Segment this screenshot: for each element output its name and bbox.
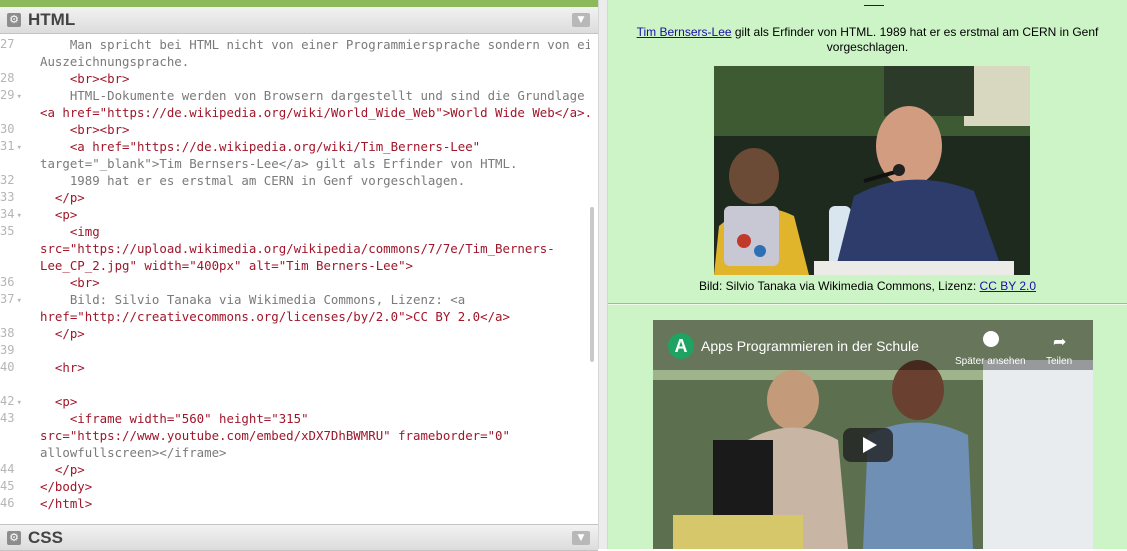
line-number: 44 (0, 462, 15, 476)
channel-logo[interactable]: A (668, 333, 694, 359)
share-icon[interactable]: ➦ (1053, 332, 1066, 351)
code-line: <br><br> (40, 71, 130, 86)
clock-icon[interactable] (983, 331, 999, 347)
share-label[interactable]: Teilen (1046, 356, 1072, 367)
watch-later-label[interactable]: Später ansehen (955, 356, 1026, 367)
code-line: </p> (40, 326, 85, 341)
play-button[interactable] (843, 428, 893, 462)
horizontal-rule (608, 303, 1127, 305)
pane-resize-handle[interactable] (598, 0, 608, 549)
code-line: href="http://creativecommons.org/license… (40, 309, 510, 324)
editor-top-border (0, 0, 598, 7)
code-editor: ⚙ HTML ▼ 27 28 29 ▾ 30 31 ▾ 32 33 34 ▾ 35 3… (0, 0, 598, 551)
code-line: <iframe width="560" height="315" (40, 411, 309, 426)
clipped-link[interactable] (864, 0, 884, 6)
license-link[interactable]: CC BY 2.0 (980, 279, 1036, 293)
code-line: </p> (40, 190, 85, 205)
code-line: <br> (40, 275, 100, 290)
code-line: src="https://www.youtube.com/embed/xDX7D… (40, 428, 510, 443)
code-line: Auszeichnungsprache. (40, 54, 190, 69)
code-line: <p> (40, 207, 78, 222)
code-line: </body> (40, 479, 93, 494)
code-line: <a href="https://de.wikipedia.org/wiki/W… (40, 105, 590, 120)
line-number: 35 (0, 224, 15, 238)
line-number: 33 (0, 190, 15, 204)
gear-icon[interactable]: ⚙ (7, 531, 21, 545)
youtube-embed[interactable]: A Apps Programmieren in der Schule Späte… (653, 320, 1093, 549)
line-number: 40 (0, 360, 15, 374)
code-line: <br><br> (40, 122, 130, 137)
code-line: Man spricht bei HTML nicht von einer Pro… (40, 37, 590, 52)
line-number: 38 (0, 326, 15, 340)
image-caption: Bild: Silvio Tanaka via Wikimedia Common… (608, 279, 1127, 293)
code-line: <p> (40, 394, 78, 409)
line-number: 34 ▾ (0, 207, 22, 221)
line-number: 28 (0, 71, 15, 85)
code-line: 1989 hat er es erstmal am CERN in Genf v… (40, 173, 466, 188)
html-code-area[interactable]: 27 28 29 ▾ 30 31 ▾ 32 33 34 ▾ 35 36 37 ▾ 38 … (0, 34, 590, 524)
play-icon (863, 437, 877, 453)
line-number: 36 (0, 275, 15, 289)
line-number: 31 ▾ (0, 139, 22, 153)
code-line: Lee_CP_2.jpg" width="400px" alt="Tim Ber… (40, 258, 413, 273)
code-line: Bild: Silvio Tanaka via Wikimedia Common… (40, 292, 466, 307)
line-number: 46 (0, 496, 15, 510)
css-panel-title: CSS (28, 528, 63, 547)
line-number: 32 (0, 173, 15, 187)
line-number: 29 ▾ (0, 88, 22, 102)
caption-text: Bild: Silvio Tanaka via Wikimedia Common… (698, 279, 980, 293)
line-number: 42 ▾ (0, 394, 22, 408)
paragraph-text: gilt als Erfinder von HTML. 1989 hat er … (731, 25, 1099, 54)
chevron-down-icon[interactable]: ▼ (572, 531, 590, 545)
line-number: 43 (0, 411, 15, 425)
fold-arrow-icon: ▾ (16, 92, 22, 102)
tim-berners-lee-photo (714, 66, 1030, 275)
fold-arrow-icon: ▾ (16, 143, 22, 153)
html-panel-title: HTML (28, 10, 76, 29)
code-line: <img (40, 224, 100, 239)
code-line: HTML-Dokumente werden von Browsern darge… (40, 88, 590, 103)
code-line: allowfullscreen></iframe> (40, 445, 227, 460)
line-number: 37 ▾ (0, 292, 22, 306)
line-number: 39 (0, 343, 15, 357)
code-line: </p> (40, 462, 85, 477)
fold-arrow-icon: ▾ (16, 296, 22, 306)
fold-arrow-icon: ▾ (16, 211, 22, 221)
code-line: <a href="https://de.wikipedia.org/wiki/T… (40, 139, 481, 154)
code-line: <hr> (40, 360, 85, 375)
line-number: 30 (0, 122, 15, 136)
code-line: target="_blank">Tim Bernsers-Lee</a> gil… (40, 156, 518, 171)
code-line: </html> (40, 496, 93, 511)
intro-paragraph: Tim Bernsers-Lee gilt als Erfinder von H… (608, 25, 1127, 55)
tim-berners-lee-link[interactable]: Tim Bernsers-Lee (637, 25, 732, 39)
chevron-down-icon[interactable]: ▼ (572, 13, 590, 27)
video-title[interactable]: Apps Programmieren in der Schule (701, 338, 919, 354)
line-number: 27 (0, 37, 15, 51)
vertical-scrollbar[interactable] (590, 207, 594, 362)
preview-pane: Tim Bernsers-Lee gilt als Erfinder von H… (608, 0, 1127, 549)
css-panel-header[interactable]: ⚙ CSS ▼ (0, 524, 598, 551)
line-number: 45 (0, 479, 15, 493)
html-panel-header[interactable]: ⚙ HTML ▼ (0, 7, 598, 34)
code-line: src="https://upload.wikimedia.org/wikipe… (40, 241, 555, 256)
fold-arrow-icon: ▾ (16, 398, 22, 408)
gear-icon[interactable]: ⚙ (7, 13, 21, 27)
